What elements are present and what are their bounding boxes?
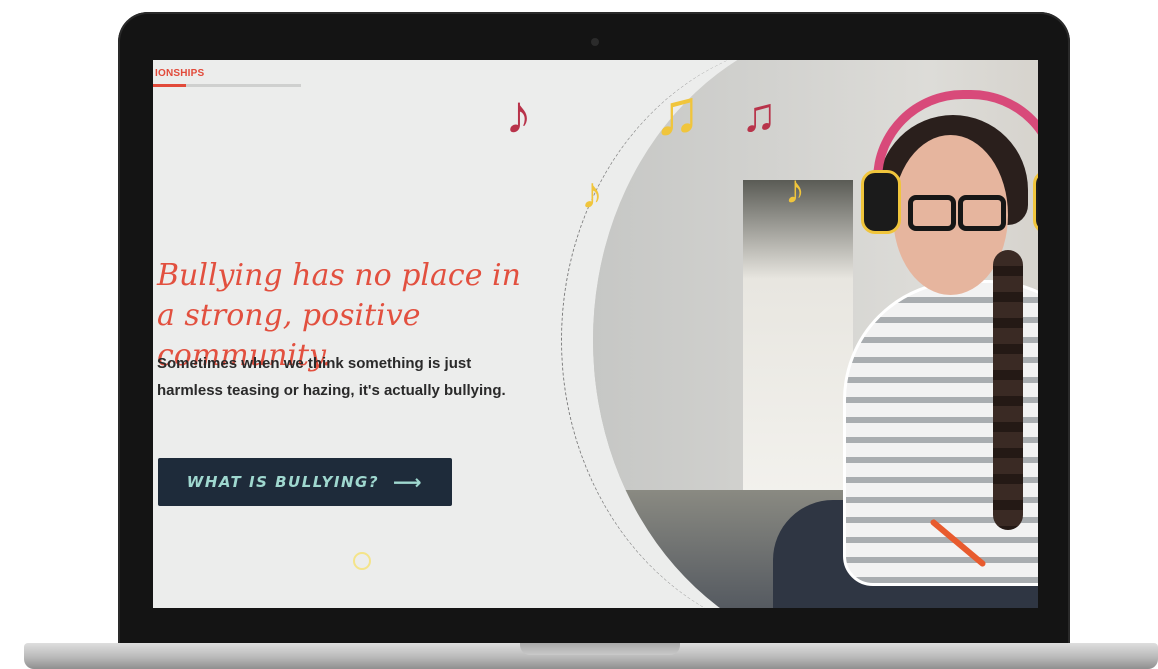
music-note-icon: ♫ [741, 89, 777, 142]
arrow-right-icon: ⟶ [393, 470, 424, 494]
music-note-icon: ♪ [505, 85, 532, 145]
section-label[interactable]: IONSHIPS [155, 68, 204, 79]
dashed-arc [561, 60, 1038, 608]
laptop-notch [520, 643, 680, 655]
yellow-ring [353, 552, 371, 570]
cta-label: WHAT IS BULLYING? [186, 473, 380, 491]
progress-bar [153, 84, 301, 87]
laptop-screen: IONSHIPS ♪ ♪ ♫ ♫ ♪ Bullying has no place… [153, 60, 1038, 608]
progress-fill [153, 84, 186, 87]
music-note-icon: ♪ [581, 169, 603, 218]
music-note-icon: ♪ [785, 168, 805, 212]
what-is-bullying-button[interactable]: WHAT IS BULLYING? ⟶ [158, 458, 452, 506]
webcam-icon [591, 38, 599, 46]
hero-body: Sometimes when we think something is jus… [157, 355, 506, 399]
music-note-icon: ♫ [653, 76, 701, 148]
